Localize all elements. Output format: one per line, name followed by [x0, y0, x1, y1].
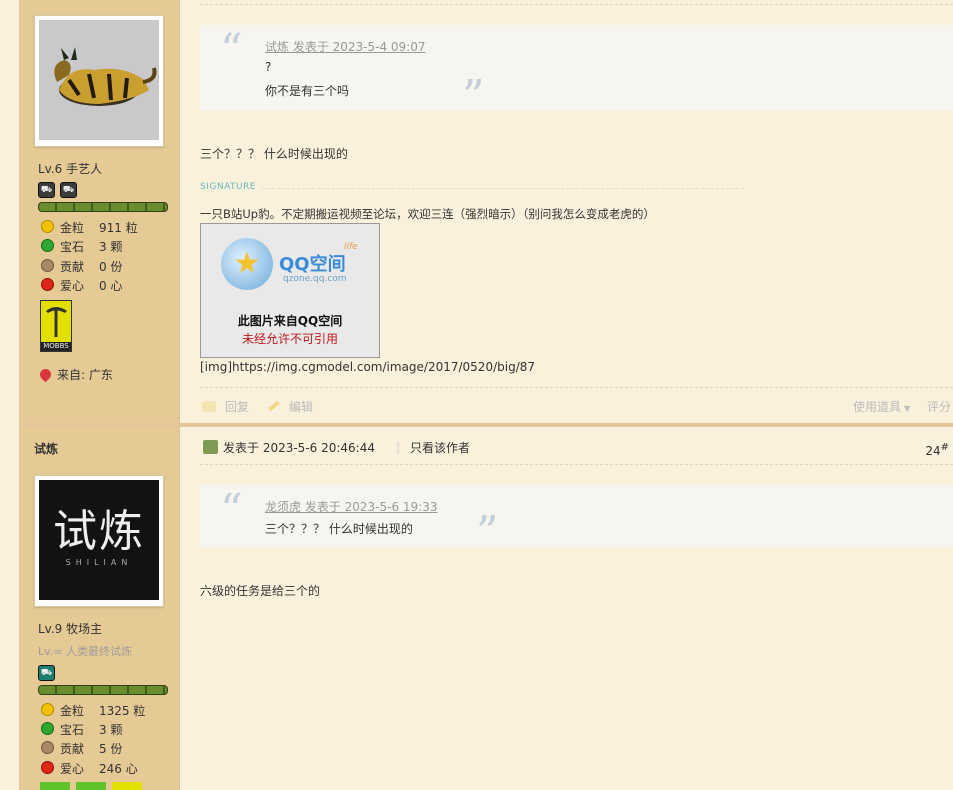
post-text-2: 六级的任务是给三个的 [200, 584, 321, 598]
user-level-2: Lv.9 牧场主 [38, 622, 103, 636]
level-progress-bar-1 [38, 202, 168, 212]
stat-contribution-1: 贡献 0 份 [41, 258, 122, 275]
medal-icon[interactable] [76, 782, 106, 790]
post-separator [19, 423, 953, 427]
stat-gold-2: 金粒 1325 粒 [41, 702, 145, 719]
quote-block-2: “ 龙须虎 发表于 2023-5-6 19:33 三个？？？ 什么时候出现的 ” [200, 485, 953, 555]
contribution-icon [41, 259, 54, 272]
post-header-2: 发表于 2023-5-6 20:46:44 | 只看该作者 24# [200, 438, 953, 464]
medal-icon[interactable] [112, 782, 142, 790]
post-content-area: “ 试炼 发表于 2023-5-4 09:07 ? 你不是有三个吗 ” 三个？？… [180, 0, 953, 790]
open-quote-icon: “ [220, 485, 243, 536]
group-icons-1: ⛟ ⛟ [38, 181, 82, 198]
stat-contribution-2: 贡献 5 份 [41, 740, 122, 757]
left-margin [0, 0, 19, 790]
quote-line: 三个？？？ 什么时候出现的 [265, 522, 413, 536]
gem-icon [41, 722, 54, 735]
medal-mobbs[interactable]: MOBBS [40, 300, 72, 352]
signature-divider [262, 188, 744, 189]
open-quote-icon: “ [220, 25, 243, 76]
location-pin-icon [37, 366, 54, 383]
user-title-2: Lv.∞ 人类最终试炼 [38, 645, 132, 658]
group-badge-icon: ⛟ [38, 182, 55, 198]
qzone-logo-icon: ★ [221, 238, 273, 290]
gold-coin-icon [41, 703, 54, 716]
avatar-2[interactable]: 试炼 SHILIAN [34, 475, 164, 607]
stat-love-1: 爱心 0 心 [41, 277, 122, 294]
gem-icon [41, 239, 54, 252]
posted-icon [203, 440, 218, 454]
qzone-brand: QQ空间 [279, 254, 346, 275]
header-divider-2 [200, 464, 953, 465]
gold-coin-icon [41, 220, 54, 233]
quote-line: 你不是有三个吗 [265, 84, 350, 98]
chevron-down-icon: ▼ [904, 404, 911, 413]
signature-text: 一只B站Up豹。不定期搬运视频至论坛，欢迎三连（强烈暗示）（别问我怎么变成老虎的… [200, 207, 655, 221]
tiger-avatar-icon [54, 47, 157, 106]
avatar-2-subtext: SHILIAN [65, 558, 133, 567]
group-icons-2: ⛟ [38, 664, 60, 681]
quote-block-1: “ 试炼 发表于 2023-5-4 09:07 ? 你不是有三个吗 ” [200, 25, 953, 119]
medal-label: MOBBS [41, 342, 71, 351]
close-quote-icon: ” [476, 507, 499, 558]
quote-line: ? [265, 60, 272, 74]
only-author-link[interactable]: 只看该作者 [410, 439, 470, 456]
pickaxe-icon [46, 307, 67, 337]
rate-button[interactable]: 评分 [927, 398, 951, 415]
pencil-icon [268, 400, 280, 412]
action-divider [200, 387, 953, 388]
heart-icon [41, 278, 54, 291]
img-url-text: [img]https://img.cgmodel.com/image/2017/… [200, 360, 536, 374]
qzone-warning: 未经允许不可引用 [241, 332, 338, 346]
group-badge-icon: ⛟ [38, 665, 55, 681]
user-location-1: 来自: 广东 [37, 366, 113, 383]
author-sidebar: Lv.6 手艺人 ⛟ ⛟ 金粒 911 粒 宝石 3 颗 贡献 0 份 爱心 0 … [19, 0, 180, 790]
stat-gem-1: 宝石 3 颗 [41, 238, 122, 255]
group-badge-icon: ⛟ [60, 182, 77, 198]
quote-meta-link[interactable]: 龙须虎 发表于 2023-5-6 19:33 [265, 498, 438, 515]
contribution-icon [41, 741, 54, 754]
stat-gold-1: 金粒 911 粒 [41, 219, 138, 236]
close-quote-icon: ” [462, 71, 485, 122]
reply-icon [202, 401, 216, 412]
reply-button[interactable]: 回复 [202, 398, 249, 415]
edit-button[interactable]: 编辑 [268, 398, 313, 415]
qzone-caption: 此图片来自QQ空间 [237, 314, 343, 328]
user-level-1: Lv.6 手艺人 [38, 162, 103, 176]
top-divider [200, 4, 953, 5]
stat-gem-2: 宝石 3 颗 [41, 721, 122, 738]
avatar-2-text: 试炼 [53, 506, 145, 557]
floor-number[interactable]: 24# [925, 442, 949, 458]
medal-row-2 [40, 782, 150, 790]
medal-icon[interactable] [40, 782, 70, 790]
post-date-2: 发表于 2023-5-6 20:46:44 [223, 441, 375, 455]
separator: | [396, 440, 401, 454]
signature-label: SIGNATURE [200, 182, 257, 192]
post-text-1: 三个？？？ 什么时候出现的 [200, 147, 348, 161]
stat-love-2: 爱心 246 心 [41, 760, 138, 777]
level-progress-bar-2 [38, 685, 168, 695]
author-name-2[interactable]: 试炼 [34, 440, 58, 457]
qzone-life-tag: life [344, 242, 358, 252]
avatar-1[interactable] [34, 15, 164, 147]
qzone-blocked-image[interactable]: ★ QQ空间 life qzone.qq.com 此图片来自QQ空间 未经允许不… [200, 223, 380, 358]
heart-icon [41, 761, 54, 774]
use-tools-dropdown[interactable]: 使用道具 ▼ [853, 398, 910, 415]
qzone-domain: qzone.qq.com [283, 274, 347, 284]
quote-meta-link[interactable]: 试炼 发表于 2023-5-4 09:07 [265, 38, 426, 55]
